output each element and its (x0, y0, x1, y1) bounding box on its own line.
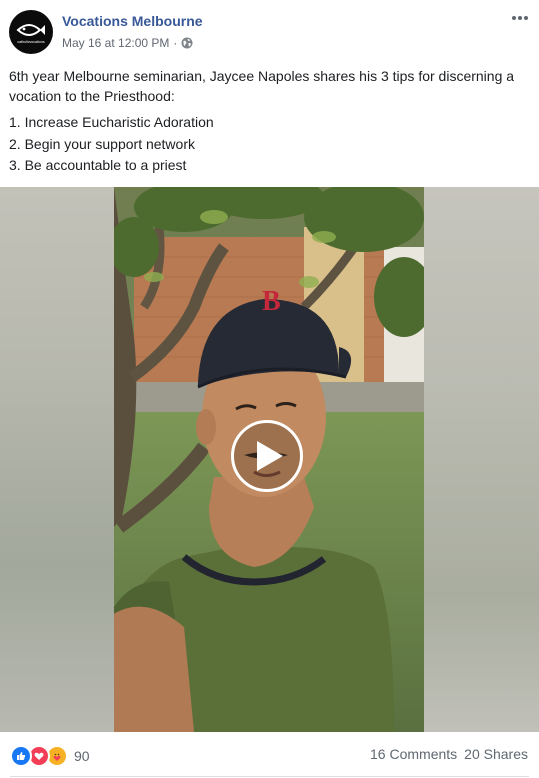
catholic-vocations-logo: catholicvocations (16, 24, 45, 44)
shares-count-link[interactable]: 20 Shares (464, 746, 528, 762)
svg-text:B: B (262, 286, 281, 317)
post-header: catholicvocations Vocations Melbourne Ma… (0, 0, 539, 60)
video-blur-right (424, 187, 539, 732)
footer-divider (10, 776, 529, 777)
globe-icon[interactable] (181, 37, 193, 49)
like-reaction-icon (10, 745, 32, 767)
post-body: 6th year Melbourne seminarian, Jaycee Na… (9, 66, 529, 177)
more-options-icon[interactable] (509, 10, 531, 26)
post-meta: May 16 at 12:00 PM · (62, 36, 193, 50)
tip-item-2: 2. Begin your support network (9, 135, 195, 152)
meta-separator: · (173, 36, 178, 50)
post-intro: 6th year Melbourne seminarian, Jaycee Na… (9, 68, 515, 104)
tip-item-3: 3. Be accountable to a priest (9, 157, 187, 173)
tip-item-1: 1. Increase Eucharistic Adoration (9, 114, 214, 130)
play-button[interactable] (231, 420, 303, 492)
video-player[interactable]: B (0, 187, 539, 732)
page-avatar[interactable]: catholicvocations (9, 10, 53, 54)
logo-text: catholicvocations (17, 40, 45, 44)
comments-count-link[interactable]: 16 Comments (370, 746, 457, 762)
post-timestamp[interactable]: May 16 at 12:00 PM (62, 36, 169, 50)
tips-list: 1. Increase Eucharistic Adoration 2. Beg… (9, 112, 529, 177)
engagement-counts: 16 Comments 20 Shares (370, 746, 528, 762)
video-blur-left (0, 187, 114, 732)
page-name-link[interactable]: Vocations Melbourne (62, 13, 203, 29)
post-footer: 90 16 Comments 20 Shares (0, 732, 539, 778)
reaction-count[interactable]: 90 (74, 748, 90, 764)
reactions-summary[interactable]: 90 (10, 745, 90, 767)
play-icon (257, 441, 283, 471)
